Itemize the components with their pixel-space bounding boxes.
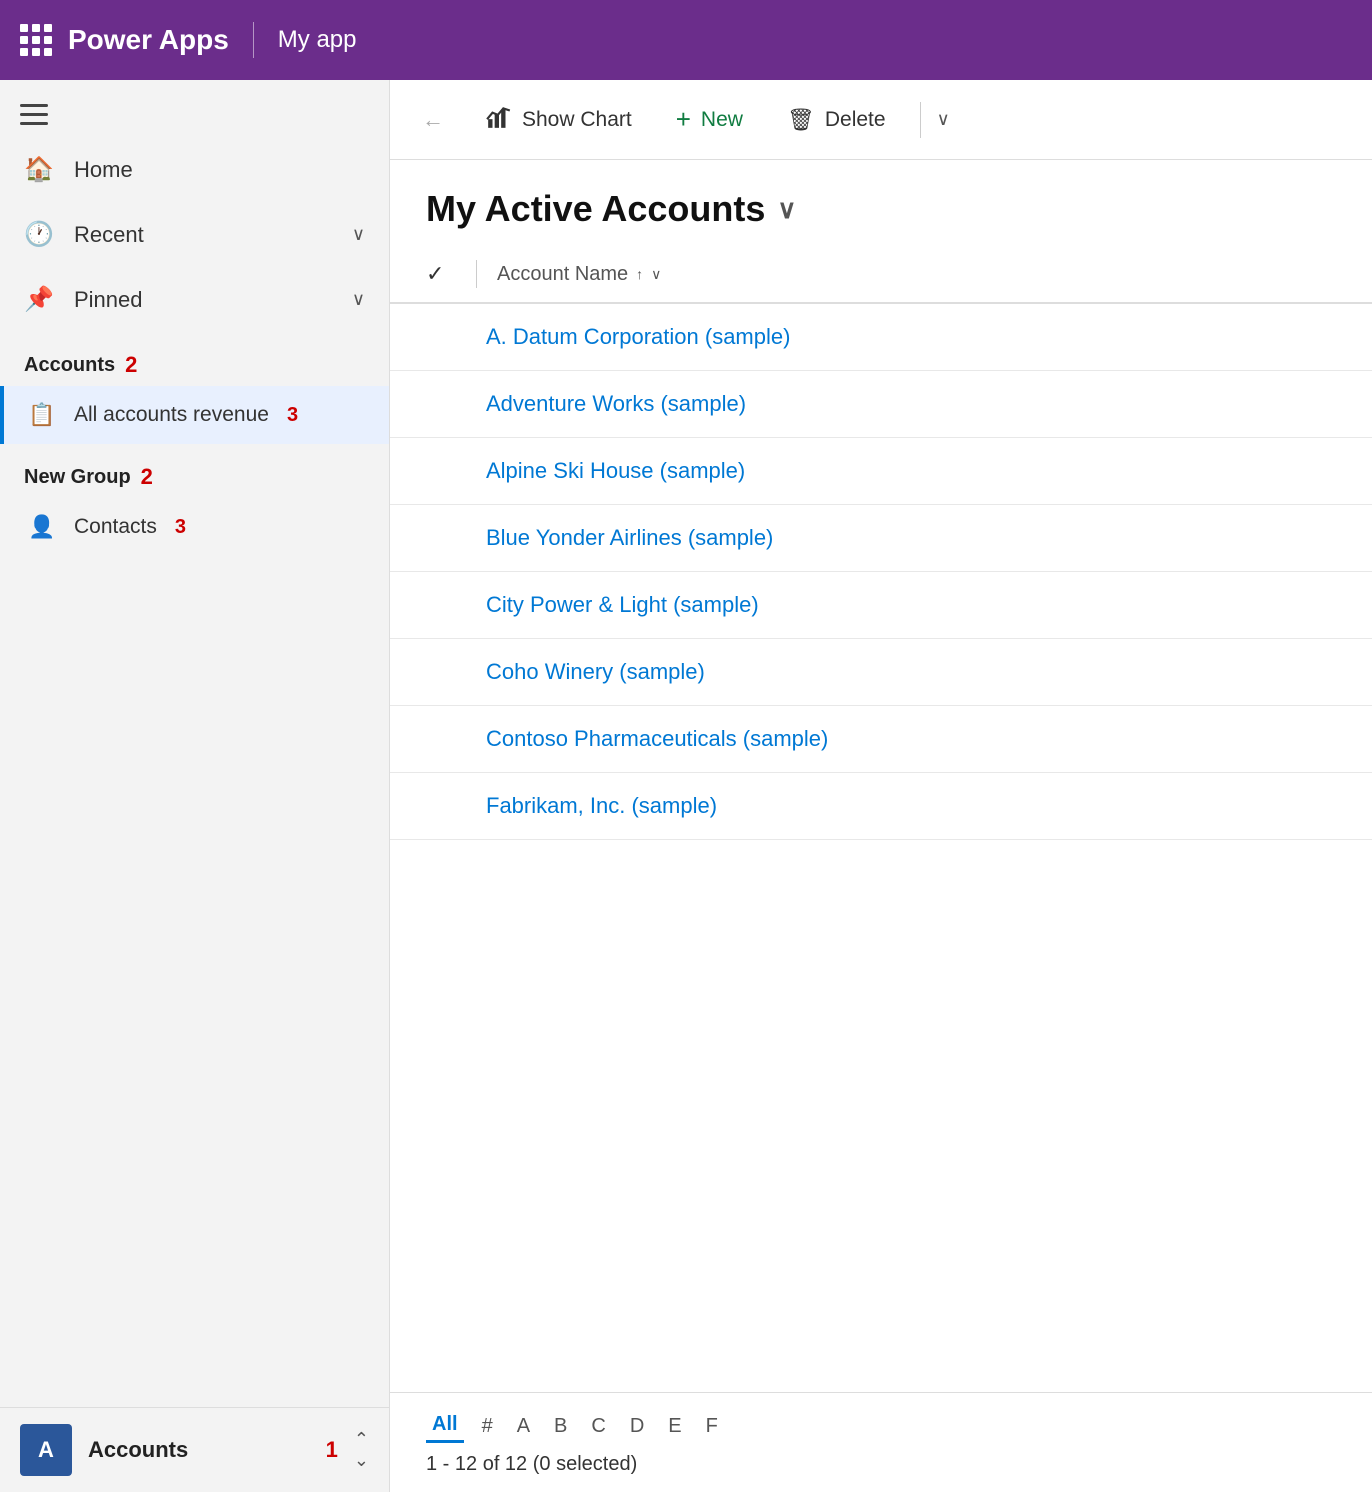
sidebar-item-pinned[interactable]: 📌 Pinned ∨ [0, 267, 389, 332]
table-row[interactable]: A. Datum Corporation (sample) [390, 304, 1372, 371]
chart-icon [486, 104, 512, 136]
account-name-cell: A. Datum Corporation (sample) [486, 324, 790, 349]
topbar: Power Apps My app [0, 0, 1372, 80]
recent-chevron-icon: ∨ [352, 224, 365, 245]
alpha-c[interactable]: C [585, 1411, 611, 1442]
pagination-area: All # A B C D E F 1 - 12 of 12 (0 select… [390, 1392, 1372, 1492]
new-group-section-label: New Group [24, 466, 131, 489]
sidebar-item-contacts[interactable]: 👤 Contacts 3 [0, 498, 389, 556]
sidebar-bottom-label: Accounts [88, 1437, 310, 1463]
account-name-cell: Fabrikam, Inc. (sample) [486, 793, 717, 818]
content-area: ← Show Chart + New 🗑 Delete [390, 80, 1372, 1492]
plus-icon: + [676, 104, 691, 135]
sidebar-bottom[interactable]: A Accounts 1 ⌃⌄ [0, 1407, 389, 1492]
delete-label: Delete [825, 108, 886, 132]
contacts-icon: 👤 [28, 514, 56, 540]
table-row[interactable]: Fabrikam, Inc. (sample) [390, 773, 1372, 840]
delete-button[interactable]: 🗑 Delete [769, 97, 904, 143]
hamburger-button[interactable] [20, 104, 48, 125]
sidebar-bottom-chevron-icon: ⌃⌄ [354, 1429, 369, 1471]
title-chevron-icon[interactable]: ∨ [777, 194, 796, 225]
accounts-section-header: Accounts 2 [0, 332, 389, 386]
page-info: 1 - 12 of 12 (0 selected) [426, 1453, 1336, 1476]
alpha-f[interactable]: F [700, 1411, 724, 1442]
table-row[interactable]: Adventure Works (sample) [390, 371, 1372, 438]
account-name-column-header[interactable]: Account Name ↑ ∨ [497, 263, 661, 286]
alpha-hash[interactable]: # [476, 1411, 499, 1442]
alpha-all[interactable]: All [426, 1409, 464, 1443]
account-name-cell: City Power & Light (sample) [486, 592, 759, 617]
sidebar-pinned-label: Pinned [74, 287, 332, 313]
toolbar: ← Show Chart + New 🗑 Delete [390, 80, 1372, 160]
account-name-cell: Adventure Works (sample) [486, 391, 746, 416]
toolbar-separator [920, 102, 921, 138]
home-icon: 🏠 [24, 155, 54, 184]
sort-asc-icon[interactable]: ↑ [636, 266, 643, 282]
table-header-row: ✓ Account Name ↑ ∨ [390, 246, 1372, 304]
sidebar-bottom-badge: 1 [326, 1437, 338, 1463]
sidebar-top [0, 80, 389, 137]
alpha-e[interactable]: E [662, 1411, 687, 1442]
content-main: My Active Accounts ∨ ✓ Account Name ↑ ∨ [390, 160, 1372, 1492]
new-button[interactable]: + New [658, 94, 761, 145]
sidebar-item-recent[interactable]: 🕐 Recent ∨ [0, 202, 389, 267]
show-chart-button[interactable]: Show Chart [468, 94, 650, 146]
table-row[interactable]: Blue Yonder Airlines (sample) [390, 505, 1372, 572]
account-name-cell: Coho Winery (sample) [486, 659, 705, 684]
page-title: My Active Accounts ∨ [426, 188, 1336, 230]
trash-icon: 🗑 [787, 107, 815, 133]
pin-icon: 📌 [24, 285, 54, 314]
show-chart-label: Show Chart [522, 108, 632, 132]
main-area: 🏠 Home 🕐 Recent ∨ 📌 Pinned ∨ Accounts 2 … [0, 80, 1372, 1492]
recent-icon: 🕐 [24, 220, 54, 249]
table-header-separator [476, 260, 477, 288]
topbar-divider [253, 22, 254, 58]
alpha-d[interactable]: D [624, 1411, 650, 1442]
account-name-cell: Blue Yonder Airlines (sample) [486, 525, 773, 550]
pinned-chevron-icon: ∨ [352, 289, 365, 310]
alpha-navigation: All # A B C D E F [426, 1409, 1336, 1443]
avatar: A [20, 1424, 72, 1476]
sort-desc-icon[interactable]: ∨ [651, 266, 661, 283]
toolbar-more-chevron-icon[interactable]: ∨ [937, 109, 950, 130]
table-row[interactable]: Coho Winery (sample) [390, 639, 1372, 706]
sidebar-item-home[interactable]: 🏠 Home [0, 137, 389, 202]
all-accounts-revenue-label: All accounts revenue [74, 403, 269, 427]
new-group-section-badge: 2 [141, 464, 153, 490]
sidebar-item-all-accounts-revenue[interactable]: 📋 All accounts revenue 3 [0, 386, 389, 444]
account-name-cell: Contoso Pharmaceuticals (sample) [486, 726, 828, 751]
account-name-label: Account Name [497, 263, 628, 286]
alpha-a[interactable]: A [511, 1411, 536, 1442]
sidebar-recent-label: Recent [74, 222, 332, 248]
page-title-text: My Active Accounts [426, 188, 765, 230]
select-all-checkbox[interactable]: ✓ [426, 261, 456, 287]
avatar-letter: A [38, 1437, 54, 1463]
table-row[interactable]: City Power & Light (sample) [390, 572, 1372, 639]
all-accounts-badge: 3 [287, 404, 298, 427]
accounts-list-icon: 📋 [28, 402, 56, 428]
app-name: Power Apps [68, 24, 229, 56]
accounts-section-badge: 2 [125, 352, 137, 378]
back-button[interactable]: ← [414, 99, 452, 141]
alpha-b[interactable]: B [548, 1411, 573, 1442]
content-header: My Active Accounts ∨ [390, 160, 1372, 246]
app-grid-icon[interactable] [20, 24, 52, 56]
accounts-table: ✓ Account Name ↑ ∨ A. Datum Corporation … [390, 246, 1372, 1392]
app-subtitle: My app [278, 26, 357, 54]
accounts-section-label: Accounts [24, 354, 115, 377]
table-row[interactable]: Alpine Ski House (sample) [390, 438, 1372, 505]
account-name-cell: Alpine Ski House (sample) [486, 458, 745, 483]
sidebar-home-label: Home [74, 157, 365, 183]
contacts-label: Contacts [74, 515, 157, 539]
sidebar: 🏠 Home 🕐 Recent ∨ 📌 Pinned ∨ Accounts 2 … [0, 80, 390, 1492]
new-label: New [701, 108, 743, 132]
new-group-section-header: New Group 2 [0, 444, 389, 498]
table-row[interactable]: Contoso Pharmaceuticals (sample) [390, 706, 1372, 773]
contacts-badge: 3 [175, 516, 186, 539]
